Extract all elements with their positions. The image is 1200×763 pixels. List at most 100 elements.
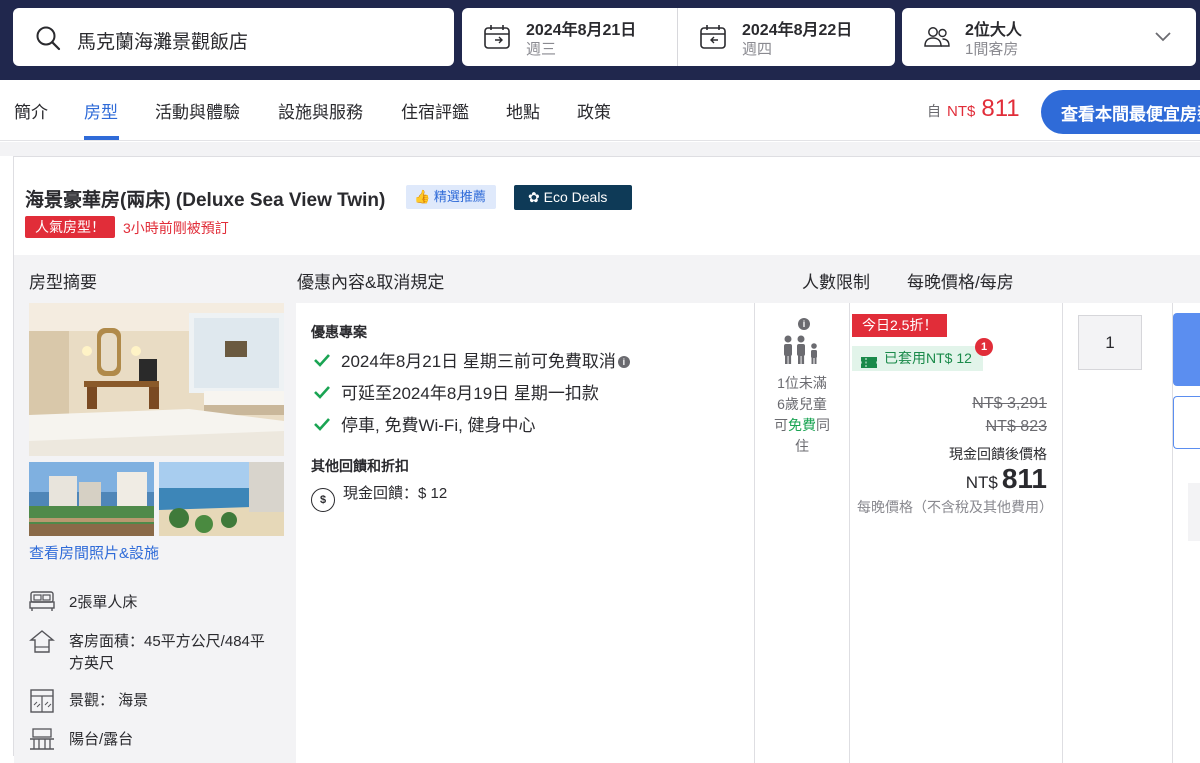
cashback-text: 現金回饋：$ 12 (343, 485, 448, 502)
amenity-text: 陽台/露台 (69, 731, 134, 748)
checkin-calendar-icon (484, 25, 510, 54)
tab-reviews[interactable]: 住宿評鑑 (401, 98, 469, 123)
from-currency: NT$ (947, 103, 976, 120)
benefit-text: 停車, 免費Wi-Fi, 健身中心 (341, 416, 536, 435)
checkout-date-text: 2024年8月22日 (742, 22, 853, 39)
child-policy-line: 1位未滿 (777, 375, 827, 391)
cashback-icon: $ (311, 488, 335, 512)
after-cashback-label: 現金回饋後價格 (949, 446, 1047, 462)
final-price-amount: 811 (1001, 463, 1047, 494)
thumbs-up-icon: 👍 (414, 189, 434, 204)
benefit-free-cancel: 2024年8月21日 星期三前可免費取消 i (313, 347, 630, 372)
room-quantity-select[interactable]: 1 (1078, 315, 1142, 370)
view-cheapest-room-button[interactable]: 查看本間最便宜房型 (1041, 90, 1200, 134)
original-price: NT$ 3,291 (972, 395, 1047, 412)
room-card: 海景豪華房(兩床) (Deluxe Sea View Twin) 👍 精選推薦 … (13, 156, 1200, 763)
final-price: NT$ 811 (966, 463, 1047, 495)
deal-heading: 優惠專案 (311, 324, 367, 340)
occupancy-people-icon (781, 335, 823, 370)
room-photo-thumb-1[interactable] (29, 462, 154, 536)
recommended-label: 精選推薦 (433, 189, 486, 204)
date-picker[interactable]: 2024年8月21日 週三 2024年8月22日 週四 (462, 8, 895, 66)
discounted-price: NT$ 823 (985, 418, 1047, 435)
rooms-count: 1間客房 (965, 41, 1019, 58)
active-tab-indicator (84, 136, 119, 140)
search-bar: 馬克蘭海灘景觀飯店 2024年8月21日 週三 2024年8月22日 週四 2位… (0, 0, 1200, 80)
room-photo-main[interactable] (29, 303, 284, 456)
col-price: 每晚價格/每房 (907, 273, 1014, 292)
from-price: 自 NT$ 811 (927, 95, 1020, 123)
col-summary: 房型摘要 (29, 273, 97, 292)
room-summary: 查看房間照片&設施 2張單人床 客房面積：45平方公尺/484平方英尺 景觀： … (14, 303, 296, 763)
child-policy-line: 可免費同 (767, 415, 837, 436)
check-icon (313, 384, 331, 404)
search-icon (35, 25, 61, 56)
date-divider (677, 8, 678, 66)
search-field[interactable]: 馬克蘭海灘景觀飯店 (13, 8, 454, 66)
recently-booked-text: 3小時前剛被預訂 (123, 220, 229, 236)
book-now-button[interactable] (1173, 313, 1200, 386)
checkin-weekday: 週三 (526, 41, 557, 58)
from-label: 自 (927, 103, 941, 119)
coupon-applied-badge[interactable]: 已套用NT$ 12 (852, 346, 983, 371)
guests-selector[interactable]: 2位大人 1間客房 (902, 8, 1196, 66)
occupancy-info-icon[interactable]: i (798, 318, 810, 330)
tab-rooms[interactable]: 房型 (84, 98, 118, 123)
per-night-note: 每晚價格（不含稅及其他費用） (857, 499, 1053, 515)
search-query: 馬克蘭海灘景觀飯店 (77, 32, 249, 53)
section-separator (0, 142, 1200, 156)
adults-count: 2位大人 (965, 22, 1022, 39)
room-photo-thumb-2[interactable] (159, 462, 284, 536)
from-price-amount: 811 (981, 95, 1020, 122)
price-info: 今日2.5折！ 已套用NT$ 12 1 NT$ 3,291 NT$ 823 現金… (850, 303, 1062, 763)
column-headers: 房型摘要 優惠內容&取消規定 人數限制 每晚價格/每房 (14, 255, 1200, 303)
view-photos-link[interactable]: 查看房間照片&設施 (29, 542, 159, 563)
child-policy-line: 6歲兒童 (777, 396, 827, 412)
other-discounts-heading: 其他回饋和折扣 (311, 458, 409, 474)
property-nav: 簡介 房型 活動與體驗 設施與服務 住宿評鑑 地點 政策 自 NT$ 811 查看本… (0, 80, 1200, 141)
room-title: 海景豪華房(兩床) (Deluxe Sea View Twin) (25, 190, 386, 211)
checkin-date-text: 2024年8月21日 (526, 22, 637, 39)
today-discount-badge: 今日2.5折！ (852, 314, 948, 337)
cashback: $ 現金回饋：$ 12 (311, 482, 447, 512)
eco-icon: ✿ (528, 189, 544, 205)
occupancy-info: i 1位未滿 6歲兒童 可免費同 住 (755, 303, 849, 763)
view-icon (29, 688, 55, 719)
benefit-facilities: 停車, 免費Wi-Fi, 健身中心 (313, 411, 536, 436)
info-icon[interactable]: i (617, 356, 630, 368)
check-icon (313, 352, 331, 372)
deal-details: 優惠專案 2024年8月21日 星期三前可免費取消 i 可延至2024年8月19日… (296, 303, 754, 763)
tab-overview[interactable]: 簡介 (14, 98, 48, 123)
eco-label: Eco Deals (543, 189, 608, 205)
tab-activities[interactable]: 活動與體驗 (155, 98, 240, 123)
tab-facilities[interactable]: 設施與服務 (278, 98, 363, 123)
chevron-down-icon[interactable] (1154, 29, 1172, 47)
check-icon (313, 416, 331, 436)
amenity-text: 景觀： 海景 (69, 692, 149, 709)
benefit-pay-later: 可延至2024年8月19日 星期一扣款 (313, 379, 599, 404)
benefit-text: 可延至2024年8月19日 星期一扣款 (341, 384, 599, 403)
tab-location[interactable]: 地點 (506, 98, 540, 123)
amenity-text: 客房面積：45平方公尺/484平方英尺 (69, 633, 265, 672)
people-icon (924, 26, 950, 53)
bed-icon (29, 590, 55, 617)
eco-deals-badge[interactable]: ✿ Eco Deals (514, 185, 632, 210)
booking-actions (1173, 303, 1200, 763)
side-panel (1188, 483, 1200, 541)
child-policy-can: 可 (774, 417, 788, 433)
child-policy-free: 免費 (788, 417, 816, 433)
child-policy-line: 住 (795, 438, 809, 454)
col-deals: 優惠內容&取消規定 (297, 273, 445, 292)
popular-badge: 人氣房型！ (25, 216, 115, 238)
final-currency: NT$ (965, 473, 998, 492)
col-occupancy: 人數限制 (802, 273, 870, 292)
tab-policies[interactable]: 政策 (577, 98, 611, 123)
checkout-calendar-icon (700, 25, 726, 54)
checkout-weekday: 週四 (742, 41, 773, 58)
child-policy-with: 同 (816, 417, 830, 433)
room-size-icon (29, 629, 55, 660)
coupon-icon (860, 352, 878, 377)
secondary-action-button[interactable] (1173, 396, 1200, 449)
coupon-applied-text: 已套用NT$ 12 (884, 350, 972, 366)
balcony-icon (29, 727, 55, 758)
